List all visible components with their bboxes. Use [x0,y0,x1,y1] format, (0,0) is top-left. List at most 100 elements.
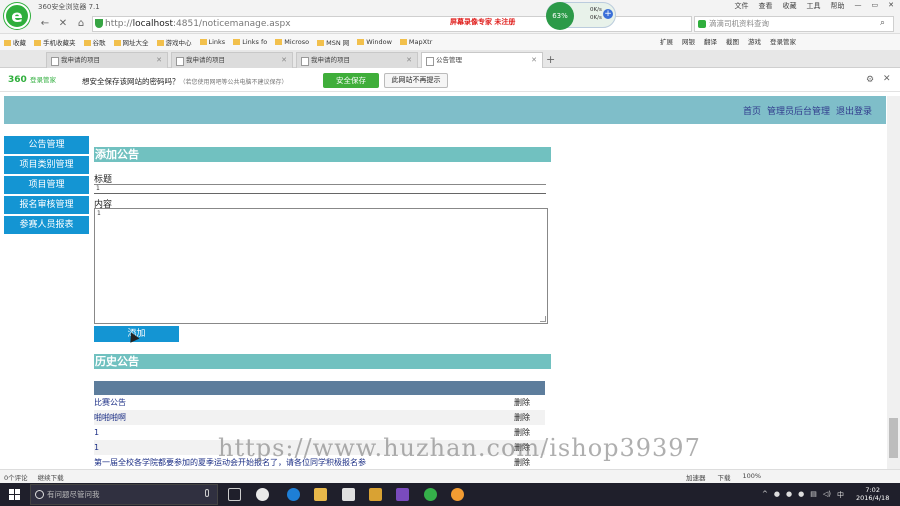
content-textarea[interactable]: 1 [94,208,548,324]
bookmark-item[interactable]: MSN 网 [317,37,349,47]
close-icon[interactable]: ✕ [888,1,894,11]
delete-link[interactable]: 删除 [514,395,530,410]
zoom-level[interactable]: 100% [743,472,762,482]
taskbar-search-input[interactable]: 有问题尽管问我 [30,484,218,505]
minimize-icon[interactable]: — [855,1,862,11]
network-icon[interactable]: ▤ [810,490,817,500]
nav-signup-review[interactable]: 报名审核管理 [4,196,89,214]
nav-notice-manage[interactable]: 公告管理 [4,136,89,154]
tab-close-icon[interactable]: ✕ [281,53,287,68]
tab-close-icon[interactable]: ✕ [406,53,412,68]
dont-remind-button[interactable]: 此网站不再提示 [384,73,448,88]
tab-item[interactable]: 我申请的项目 ✕ [296,52,418,68]
windows-start-icon[interactable] [9,489,20,500]
history-title: 历史公告 [94,354,551,369]
menu-tools[interactable]: 工具 [807,1,821,11]
search-icon[interactable]: ⌕ [880,18,885,28]
status-bar [0,469,900,483]
history-row: 比赛公告 删除 [94,395,545,410]
app-icon[interactable] [256,488,269,501]
bookmark-item[interactable]: MapXtr [400,38,432,46]
logout-link[interactable]: 退出登录 [836,104,872,117]
tab-close-icon[interactable]: ✕ [156,53,162,68]
status-left: 0个评论 继续下载 [4,472,64,482]
menu-file[interactable]: 文件 [735,1,749,11]
nav-project-manage[interactable]: 项目管理 [4,176,89,194]
media-icon[interactable] [369,488,382,501]
safe-save-button[interactable]: 安全保存 [323,73,379,88]
bookmark-item[interactable]: 网址大全 [114,37,149,47]
visual-studio-icon[interactable] [396,488,409,501]
clock[interactable]: 7:02 2016/4/18 [856,486,889,502]
history-item-title[interactable]: 1 [94,443,99,452]
bookmark-item[interactable]: 谷歌 [84,37,106,47]
ime-icon[interactable]: 中 [837,490,844,500]
tray-app-icon[interactable]: ● [774,490,780,500]
back-icon[interactable]: ← [38,17,52,31]
save-prompt: 想安全保存该网站的密码吗？（若您使用网吧等公共电脑不建议保存） [82,77,288,86]
status-download[interactable]: 下载 [718,472,731,482]
tab-close-icon[interactable]: ✕ [531,53,537,68]
shield-icon [95,19,103,28]
close-bar-icon[interactable]: ✕ [883,74,891,84]
recording-label: 屏幕录像专家 未注册 [450,18,516,26]
toolbar-extension[interactable]: 扩展 [660,36,673,46]
tab-item[interactable]: 我申请的项目 ✕ [171,52,293,68]
bookmark-item[interactable]: Window [357,38,392,46]
bookmark-item[interactable]: Links fo [233,38,267,46]
history-item-title[interactable]: 比赛公告 [94,398,126,407]
tray-app-icon[interactable]: ● [798,490,804,500]
new-tab-icon[interactable]: + [546,53,555,66]
title-input[interactable]: 1 [94,184,546,194]
edge-icon[interactable] [287,488,300,501]
network-speed: 0K/s 0K/s [590,7,602,21]
search-input[interactable]: 滴滴司机资料查询 [694,16,894,32]
status-comments[interactable]: 0个评论 [4,472,28,482]
nav-category-manage[interactable]: 项目类别管理 [4,156,89,174]
menu-help[interactable]: 帮助 [831,1,845,11]
gear-icon[interactable]: ⚙ [866,75,874,85]
vertical-scrollbar[interactable] [887,96,900,469]
toolbar-games[interactable]: 游戏 [748,36,761,46]
maximize-icon[interactable]: ▭ [872,1,879,11]
bookmark-item[interactable]: Links [200,38,226,46]
file-explorer-icon[interactable] [314,488,327,501]
bookmark-item[interactable]: Microso [275,38,309,46]
bookmark-item[interactable]: 手机收藏夹 [34,37,76,47]
microphone-icon[interactable] [205,489,209,497]
squirrel-app-icon[interactable] [451,488,464,501]
stop-icon[interactable]: ✕ [56,17,70,31]
bookmark-item[interactable]: 游戏中心 [157,37,192,47]
admin-link[interactable]: 管理员后台管理 [767,104,830,117]
tray-app-icon[interactable]: ● [786,490,792,500]
plus-icon[interactable]: + [603,9,613,19]
task-view-icon[interactable] [228,488,241,501]
history-item-title[interactable]: 1 [94,428,99,437]
360-browser-icon[interactable] [424,488,437,501]
tab-active[interactable]: 公告管理 ✕ [421,52,543,68]
chevron-up-icon[interactable]: ^ [762,490,768,500]
toolbar-screenshot[interactable]: 截图 [726,36,739,46]
history-row: 啪啪啪啊 删除 [94,410,545,425]
store-icon[interactable] [342,488,355,501]
toolbar-login-manager[interactable]: 登录管家 [770,36,796,46]
nav-participant-report[interactable]: 参赛人员报表 [4,216,89,234]
toolbar-translate[interactable]: 翻译 [704,36,717,46]
tab-item[interactable]: 我申请的项目 ✕ [46,52,168,68]
browser-logo-icon[interactable]: e [4,3,30,29]
delete-link[interactable]: 删除 [514,410,530,425]
status-accelerator[interactable]: 加速器 [686,472,706,482]
home-icon[interactable]: ⌂ [74,17,88,31]
scrollbar-thumb[interactable] [889,418,898,458]
left-nav: 公告管理 项目类别管理 项目管理 报名审核管理 参赛人员报表 [4,136,89,236]
menu-view[interactable]: 查看 [759,1,773,11]
menu-favorites[interactable]: 收藏 [783,1,797,11]
header-links: 首页 管理员后台管理 退出登录 [743,104,872,117]
toolbar-bank[interactable]: 网银 [682,36,695,46]
home-link[interactable]: 首页 [743,104,761,117]
status-continue-download[interactable]: 继续下载 [38,472,64,482]
bookmark-item[interactable]: 收藏 [4,37,26,47]
history-item-title[interactable]: 啪啪啪啊 [94,413,126,422]
volume-icon[interactable]: ◁) [823,490,831,500]
status-right: 加速器 下载 100% [686,472,761,482]
